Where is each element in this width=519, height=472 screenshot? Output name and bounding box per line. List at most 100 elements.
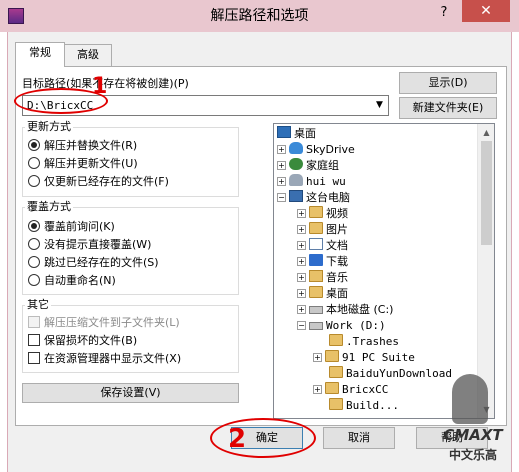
checkbox-icon[interactable] — [28, 334, 40, 346]
tree-item-drive-d[interactable]: − Work (D:) — [297, 318, 386, 334]
tree-item-user[interactable]: + hui wu — [277, 174, 346, 190]
folder-icon — [329, 334, 343, 346]
radio-extract-update[interactable]: 解压并更新文件(U) — [28, 155, 138, 172]
tree-item-partial[interactable]: Build... — [329, 398, 399, 414]
misc-title: 其它 — [25, 298, 51, 312]
tree-item-label: 文档 — [326, 239, 348, 252]
radio-overwrite-without-prompt[interactable]: 没有提示直接覆盖(W) — [28, 236, 151, 253]
radio-fresh-existing[interactable]: 仅更新已经存在的文件(F) — [28, 173, 169, 190]
radio-selected-icon[interactable] — [28, 139, 40, 151]
desktop-folder-icon — [309, 286, 323, 298]
tree-item-skydrive[interactable]: + SkyDrive — [277, 142, 355, 158]
radio-label: 解压并更新文件(U) — [44, 157, 138, 170]
help-title-button[interactable]: ? — [430, 2, 458, 24]
checkbox-icon[interactable] — [28, 316, 40, 328]
scroll-up-icon[interactable]: ▲ — [478, 124, 494, 141]
cancel-button[interactable]: 取消 — [323, 427, 395, 449]
radio-label: 解压并替换文件(R) — [44, 139, 138, 152]
new-folder-button[interactable]: 新建文件夹(E) — [399, 97, 497, 119]
title-bar: 解压路径和选项 ? ✕ — [0, 0, 519, 32]
radio-icon[interactable] — [28, 175, 40, 187]
close-button[interactable]: ✕ — [462, 0, 510, 22]
tree-item-label: 91 PC Suite — [342, 351, 415, 364]
desktop-icon — [277, 126, 291, 138]
annotation-number-1: 1 — [92, 74, 108, 99]
checkbox-extract-to-subfolder[interactable]: 解压压缩文件到子文件夹(L) — [28, 314, 180, 331]
tree-item-label: BricxCC — [342, 383, 389, 396]
expand-icon[interactable]: + — [277, 161, 286, 170]
tree-item-91pcsuite[interactable]: +91 PC Suite — [313, 350, 415, 366]
expand-icon[interactable]: + — [297, 305, 306, 314]
expand-icon[interactable]: + — [297, 225, 306, 234]
tree-item-music[interactable]: + 音乐 — [297, 270, 348, 286]
tree-item-homegroup[interactable]: + 家庭组 — [277, 158, 339, 174]
radio-selected-icon[interactable] — [28, 220, 40, 232]
save-settings-button[interactable]: 保存设置(V) — [22, 383, 239, 403]
collapse-icon[interactable]: − — [297, 321, 306, 330]
collapse-icon[interactable]: − — [277, 193, 286, 202]
tree-item-downloads[interactable]: + 下载 — [297, 254, 348, 270]
figure-icon — [452, 374, 488, 424]
radio-icon[interactable] — [28, 157, 40, 169]
expand-icon[interactable]: + — [297, 241, 306, 250]
folder-icon — [325, 382, 339, 394]
drive-icon — [309, 306, 323, 314]
expand-icon[interactable]: + — [297, 289, 306, 298]
radio-icon[interactable] — [28, 256, 40, 268]
folder-icon — [329, 398, 343, 410]
radio-label: 自动重命名(N) — [44, 274, 116, 287]
expand-icon[interactable]: + — [297, 257, 306, 266]
documents-icon — [309, 238, 323, 250]
computer-icon — [289, 190, 303, 202]
expand-icon[interactable]: + — [313, 353, 322, 362]
tree-item-desktop[interactable]: 桌面 — [277, 126, 316, 142]
radio-label: 仅更新已经存在的文件(F) — [44, 175, 169, 188]
update-mode-group: 更新方式 解压并替换文件(R) 解压并更新文件(U) 仅更新已经存在的文件(F) — [22, 120, 239, 197]
tree-item-trashes[interactable]: .Trashes — [329, 334, 399, 350]
expand-icon[interactable]: + — [313, 385, 322, 394]
expand-icon[interactable]: + — [277, 177, 286, 186]
watermark-brand: CMAXT — [443, 426, 503, 444]
scroll-thumb[interactable] — [481, 141, 492, 245]
show-button[interactable]: 显示(D) — [399, 72, 497, 94]
expand-icon[interactable]: + — [277, 145, 286, 154]
tree-item-documents[interactable]: + 文档 — [297, 238, 348, 254]
expand-icon[interactable]: + — [297, 273, 306, 282]
tab-advanced[interactable]: 高级 — [64, 44, 112, 66]
tree-item-label: SkyDrive — [306, 143, 355, 156]
tab-general[interactable]: 常规 — [15, 42, 65, 67]
chevron-down-icon[interactable]: ▼ — [371, 96, 388, 115]
tree-item-pictures[interactable]: + 图片 — [297, 222, 348, 238]
watermark-logo: CMAXT 中文乐高 — [432, 368, 514, 468]
radio-label: 跳过已经存在的文件(S) — [44, 256, 159, 269]
pictures-folder-icon — [309, 222, 323, 234]
tree-item-label: 这台电脑 — [306, 191, 350, 204]
checkbox-keep-broken[interactable]: 保留损坏的文件(B) — [28, 332, 137, 349]
tree-item-videos[interactable]: + 视频 — [297, 206, 348, 222]
tree-item-label: Work (D:) — [326, 319, 386, 332]
tree-item-label: hui wu — [306, 175, 346, 188]
radio-icon[interactable] — [28, 238, 40, 250]
checkbox-label: 保留损坏的文件(B) — [44, 334, 138, 347]
radio-icon[interactable] — [28, 274, 40, 286]
radio-extract-replace[interactable]: 解压并替换文件(R) — [28, 137, 137, 154]
tree-item-this-pc[interactable]: − 这台电脑 — [277, 190, 350, 206]
radio-skip-existing[interactable]: 跳过已经存在的文件(S) — [28, 254, 159, 271]
videos-folder-icon — [309, 206, 323, 218]
tree-item-drive-c[interactable]: + 本地磁盘 (C:) — [297, 302, 393, 318]
tree-item-label: 桌面 — [294, 127, 316, 140]
checkbox-show-in-explorer[interactable]: 在资源管理器中显示文件(X) — [28, 350, 181, 367]
tree-item-label: 下载 — [326, 255, 348, 268]
overwrite-mode-title: 覆盖方式 — [25, 200, 73, 214]
tree-item-desktop-folder[interactable]: + 桌面 — [297, 286, 348, 302]
radio-ask-before-overwrite[interactable]: 覆盖前询问(K) — [28, 218, 115, 235]
annotation-circle-ok — [210, 418, 316, 458]
user-icon — [289, 174, 303, 186]
tree-item-bricxcc[interactable]: + BricxCC — [313, 382, 388, 398]
downloads-icon — [309, 254, 323, 266]
checkbox-icon[interactable] — [28, 352, 40, 364]
expand-icon[interactable]: + — [297, 209, 306, 218]
misc-group: 其它 解压压缩文件到子文件夹(L) 保留损坏的文件(B) 在资源管理器中显示文件… — [22, 298, 239, 373]
homegroup-icon — [289, 158, 303, 170]
radio-auto-rename[interactable]: 自动重命名(N) — [28, 272, 116, 289]
